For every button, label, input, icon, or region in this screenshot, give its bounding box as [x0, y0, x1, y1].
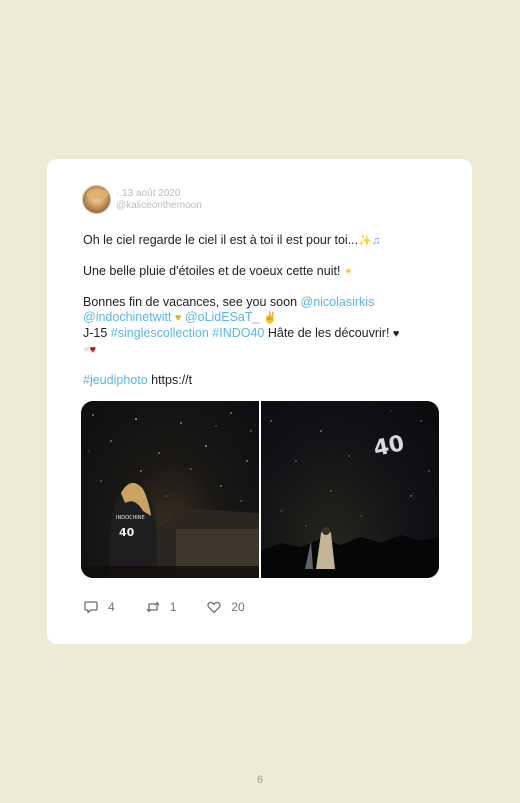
like-count: 20 — [231, 600, 245, 614]
reply-icon — [84, 601, 98, 614]
text-line-3: Bonnes fin de vacances, see you soon — [83, 295, 301, 309]
jersey-text: INDOCHINE — [116, 515, 145, 521]
red-heart-icon: ♥ — [89, 344, 97, 356]
tweet-meta: · 13 août 2020 @kaliceonthemoon — [116, 188, 202, 212]
black-heart-icon: ♥ — [392, 328, 400, 340]
text-line-2: Une belle pluie d'étoiles et de voeux ce… — [83, 264, 341, 278]
hashtag-singlescollection[interactable]: #singlescollection — [111, 326, 209, 340]
tweet-line-3: Bonnes fin de vacances, see you soon @ni… — [83, 295, 443, 310]
light-painted-logo: 40 — [371, 431, 406, 462]
heart-icon — [207, 601, 222, 614]
text-line-1: Oh le ciel regarde le ciel il est à toi … — [83, 233, 359, 247]
reply-count: 4 — [108, 600, 115, 614]
text-line-5-suffix: Hâte de les découvrir! — [264, 326, 390, 340]
reply-button[interactable]: 4 — [83, 599, 115, 615]
tweet-photos: INDOCHINE 40 40 — [81, 401, 439, 578]
tweet-line-4: @indochinetwitt ♥ @oLidESaT_ ✌ — [83, 310, 443, 326]
tweet-line-2: Une belle pluie d'étoiles et de voeux ce… — [83, 264, 443, 280]
hashtag-indo40[interactable]: #INDO40 — [212, 326, 264, 340]
sparkles-icon: ✨ — [358, 235, 372, 247]
music-notes-icon: ♫ — [371, 235, 381, 247]
like-button[interactable]: 20 — [206, 599, 245, 615]
dizzy-star-icon: ✴ — [343, 266, 354, 278]
tweet-date[interactable]: · 13 août 2020 — [116, 188, 202, 200]
tweet-header: · 13 août 2020 @kaliceonthemoon — [82, 185, 202, 214]
tweet-url[interactable]: https://t — [148, 373, 192, 387]
photo-right[interactable]: 40 — [261, 401, 439, 578]
retweet-icon — [146, 601, 160, 613]
avatar[interactable] — [82, 185, 111, 214]
tweet-line-5: J-15 #singlescollection #INDO40 Hâte de … — [83, 326, 443, 342]
light-painting-image: 40 — [261, 410, 439, 578]
orange-heart-icon: ♥ — [174, 312, 182, 324]
tweet-line-1: Oh le ciel regarde le ciel il est à toi … — [83, 233, 443, 249]
mention-indochinetwitt[interactable]: @indochinetwitt — [83, 310, 171, 324]
retweet-count: 1 — [169, 600, 177, 614]
mention-nicolasirkis[interactable]: @nicolasirkis — [301, 295, 375, 309]
tweet-actions: 4 1 20 — [83, 599, 275, 615]
tweet-card: · 13 août 2020 @kaliceonthemoon Oh le ci… — [47, 159, 472, 644]
mention-olidesat[interactable]: @oLidESaT_ — [185, 310, 260, 324]
tweet-line-7: #jeudiphoto https://t — [83, 373, 443, 388]
page-number: 6 — [256, 774, 264, 786]
retweet-button[interactable]: 1 — [145, 599, 177, 615]
night-sky-person-image: INDOCHINE 40 — [81, 412, 259, 578]
rock-hand-icon: ✌ — [262, 312, 277, 324]
tweet-text: Oh le ciel regarde le ciel il est à toi … — [83, 233, 443, 388]
text-line-5-prefix: J-15 — [83, 326, 111, 340]
hashtag-jeudiphoto[interactable]: #jeudiphoto — [83, 373, 148, 387]
tweet-line-6: ♥♥ — [83, 342, 443, 358]
photo-left[interactable]: INDOCHINE 40 — [81, 401, 259, 578]
jersey-number: 40 — [119, 526, 135, 539]
user-handle[interactable]: @kaliceonthemoon — [116, 200, 202, 212]
